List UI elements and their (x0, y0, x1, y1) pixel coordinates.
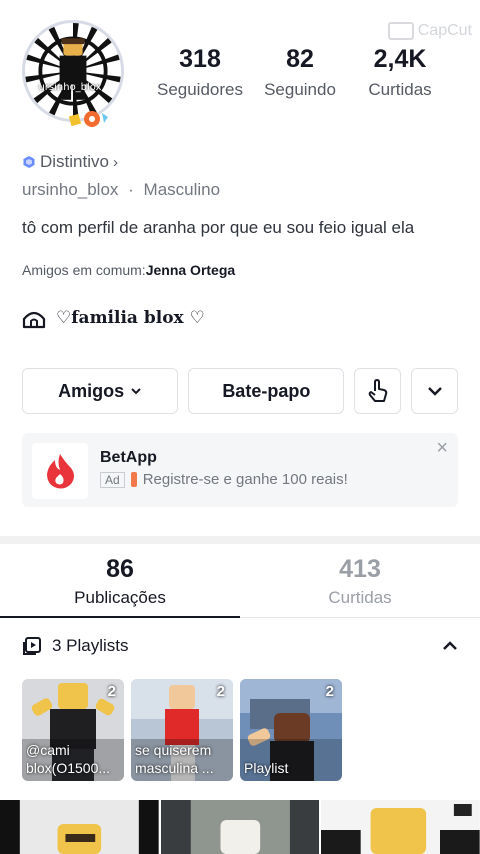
playlist-card[interactable]: 2 se quiserem masculina ... (131, 679, 233, 781)
likes-stat[interactable]: 2,4K Curtidas (350, 44, 450, 100)
badge-icon (23, 156, 35, 168)
playlist-card[interactable]: 2 @cami blox(O1500... (22, 679, 124, 781)
hand-pointer-icon (368, 379, 388, 402)
playlists-title-group: 3 Playlists (22, 636, 129, 656)
likes-label: Curtidas (368, 80, 432, 99)
video-thumbnail-image (321, 800, 480, 854)
playlist-icon (23, 637, 41, 655)
family-link[interactable]: ♡𝐟𝐚𝐦𝐢́𝐥𝐢𝐚 𝐛𝐥𝐨𝐱 ♡ (22, 307, 205, 329)
friends-button[interactable]: Amigos (22, 368, 179, 414)
mutual-friends[interactable]: Amigos em comum:Jenna Ortega (22, 262, 235, 278)
badge-label: Distintivo (40, 152, 109, 171)
family-name: ♡𝐟𝐚𝐦𝐢́𝐥𝐢𝐚 𝐛𝐥𝐨𝐱 ♡ (56, 308, 205, 328)
profile-avatar[interactable]: ursinho_blox (18, 16, 128, 131)
avatar-caption: ursinho_blox (38, 82, 102, 93)
video-grid (0, 800, 480, 854)
gender-label: Masculino (143, 180, 221, 199)
liked-label: Curtidas (328, 588, 392, 607)
video-thumbnail-image (0, 800, 159, 854)
followers-count: 318 (179, 45, 221, 73)
profile-stats: 318 Seguidores 82 Seguindo 2,4K Curtidas (150, 44, 450, 100)
action-buttons: Amigos Bate-papo (22, 368, 458, 414)
content-tabs: 86 Publicações 413 Curtidas (0, 552, 480, 618)
capcut-logo-icon (387, 22, 414, 40)
video-thumbnail[interactable] (0, 800, 159, 854)
ad-close-icon[interactable]: × (436, 437, 448, 460)
following-stat[interactable]: 82 Seguindo (250, 44, 350, 100)
ad-title: BetApp (100, 449, 157, 466)
tab-posts[interactable]: 86 Publicações (0, 552, 240, 618)
username-row: ursinho_blox · Masculino (22, 180, 220, 200)
playlist-card[interactable]: 2 Playlist (240, 679, 342, 781)
playlist-caption: @cami blox(O1500... (26, 742, 111, 776)
video-thumbnail[interactable] (160, 800, 320, 854)
playlist-cards: 2 @cami blox(O1500... 2 se quiserem masc… (22, 679, 342, 781)
following-count: 82 (286, 45, 314, 73)
username: ursinho_blox (22, 180, 119, 199)
video-thumbnail-image (160, 800, 320, 854)
avatar-decoration-icon (68, 111, 108, 127)
mutual-name: Jenna Ortega (145, 262, 236, 278)
chevron-right-icon: › (112, 153, 118, 171)
playlist-video-count: 2 (216, 683, 225, 700)
playlist-video-count: 2 (107, 683, 116, 700)
followers-stat[interactable]: 318 Seguidores (150, 44, 250, 100)
profile-bio: tô com perfil de aranha por que eu sou f… (22, 218, 415, 237)
section-divider (0, 536, 480, 544)
family-icon (22, 311, 46, 329)
tab-liked[interactable]: 413 Curtidas (240, 552, 480, 617)
watermark-text: CapCut (417, 22, 472, 39)
followers-label: Seguidores (156, 80, 243, 99)
ad-subtitle: Ad Registre-se e ganhe 100 reais! (100, 471, 348, 488)
poke-button[interactable] (354, 368, 402, 414)
playlist-video-count: 2 (325, 683, 334, 700)
traffic-light-icon (130, 472, 137, 487)
ad-logo (32, 443, 88, 499)
badge-link[interactable]: Distintivo › (22, 152, 118, 172)
playlist-caption: se quiserem masculina ... (135, 742, 214, 776)
ad-tag: Ad (100, 471, 125, 488)
avatar-image (22, 20, 124, 122)
separator: · (128, 180, 134, 199)
playlists-title: 3 Playlists (52, 636, 129, 655)
liked-count: 413 (339, 555, 381, 583)
mutual-prefix: Amigos em comum: (22, 262, 146, 278)
chevron-up-icon[interactable] (442, 641, 458, 651)
ad-text: Registre-se e ganhe 100 reais! (142, 471, 348, 488)
flame-icon (47, 454, 74, 489)
playlist-caption: Playlist (244, 760, 289, 776)
playlists-header[interactable]: 3 Playlists (22, 636, 458, 656)
more-options-button[interactable] (411, 368, 458, 414)
chevron-down-icon (427, 387, 442, 396)
likes-count: 2,4K (373, 45, 427, 73)
capcut-watermark: CapCut (387, 22, 472, 40)
following-label: Seguindo (264, 80, 336, 99)
chat-button[interactable]: Bate-papo (188, 368, 345, 414)
video-thumbnail[interactable] (321, 800, 480, 854)
ad-banner[interactable]: BetApp Ad Registre-se e ganhe 100 reais!… (22, 433, 458, 507)
friends-label: Amigos (58, 380, 125, 401)
posts-label: Publicações (74, 588, 166, 607)
chevron-down-icon (131, 388, 141, 395)
posts-count: 86 (106, 555, 134, 583)
chat-label: Bate-papo (222, 380, 311, 401)
